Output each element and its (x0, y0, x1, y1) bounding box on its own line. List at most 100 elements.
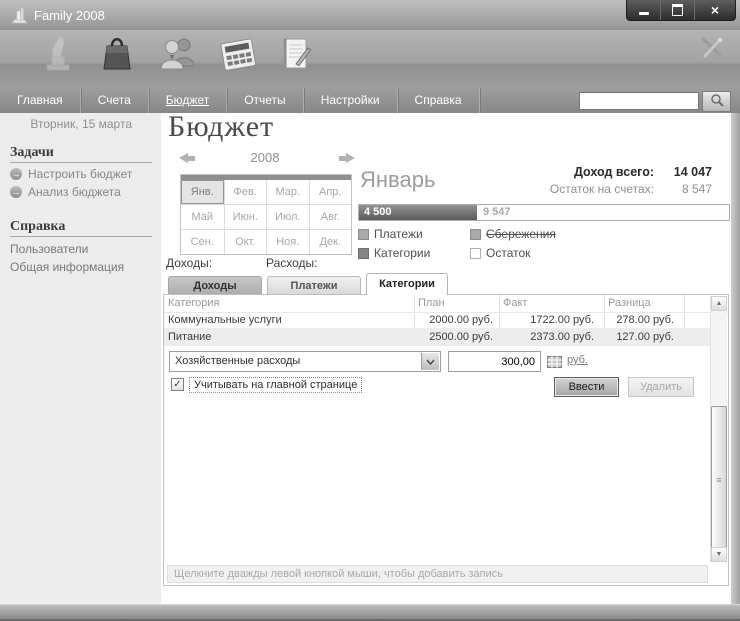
search-icon (710, 93, 724, 110)
cell-diff: 278.00 руб. (604, 314, 674, 326)
page-title: Бюджет (168, 110, 274, 144)
calculator-icon[interactable] (218, 32, 260, 81)
currency-link[interactable]: руб. (567, 354, 588, 366)
app-logo-icon (8, 4, 30, 31)
table-header: Категория План Факт Разница (164, 295, 728, 313)
month-cell-feb[interactable]: Фев. (224, 180, 267, 204)
sidebar-item-analyze-budget[interactable]: → Анализ бюджета (10, 185, 121, 199)
arrow-bullet-icon: → (10, 168, 22, 180)
current-date: Вторник, 15 марта (8, 117, 132, 131)
month-cell-may[interactable]: Май (181, 204, 224, 229)
search-button[interactable] (702, 91, 731, 112)
tab-kategorii[interactable]: Категории (366, 273, 448, 295)
cell-category: Питание (168, 331, 211, 343)
income-total-label: Доход всего: (574, 164, 654, 181)
search-input[interactable] (579, 92, 699, 110)
income-total-value: 14 047 (654, 164, 712, 181)
tab-dohody[interactable]: Доходы (168, 276, 262, 294)
month-cell-dec[interactable]: Дек. (309, 229, 352, 254)
cell-fact: 2373.00 руб. (499, 331, 594, 343)
amount-input[interactable] (448, 351, 541, 372)
month-grid: Янв. Фев. Мар. Апр. Май Июн. Июл. Авг. С… (180, 174, 352, 255)
table-row[interactable]: Питание 2500.00 руб. 2373.00 руб. 127.00… (164, 329, 711, 346)
categories-swatch-icon (358, 248, 369, 259)
shopping-bag-icon[interactable] (100, 32, 134, 81)
menu-item-spravka[interactable]: Справка (398, 88, 480, 113)
legend-payments[interactable]: Платежи (358, 228, 423, 240)
minimize-icon (639, 12, 649, 15)
dropdown-arrow-icon[interactable] (421, 353, 439, 370)
table-row[interactable]: Коммунальные услуги 2000.00 руб. 1722.00… (164, 312, 711, 329)
window-title: Family 2008 (34, 8, 105, 23)
scrollbar-thumb[interactable]: ≡ (711, 406, 727, 554)
main-page-checkbox[interactable]: ✓ (171, 378, 184, 391)
header-fact: Факт (503, 297, 527, 309)
month-cell-jun[interactable]: Июн. (224, 204, 267, 229)
summary-block: Доход всего: 14 047 Остаток на счетах: 8… (430, 164, 712, 198)
cell-plan: 2000.00 руб. (414, 314, 493, 326)
delete-button[interactable]: Удалить (628, 377, 694, 397)
budget-progress-bar: 4 500 9 547 (358, 204, 730, 221)
checkmark-icon: ✓ (173, 379, 181, 390)
window-controls: × (626, 0, 736, 21)
sidebar-item-setup-budget[interactable]: → Настроить бюджет (10, 167, 132, 181)
month-cell-apr[interactable]: Апр. (309, 180, 352, 204)
close-icon: × (711, 2, 719, 18)
money-statue-icon[interactable] (39, 32, 75, 81)
enter-button[interactable]: Ввести (554, 377, 619, 397)
scroll-down-icon[interactable]: ▼ (711, 547, 727, 562)
month-cell-mar[interactable]: Мар. (266, 180, 309, 204)
divider (10, 236, 152, 237)
divider (10, 162, 152, 163)
tasks-section-title: Задачи (10, 145, 54, 161)
hint-bar: Щелкните дважды левой кнопкой мыши, чтоб… (167, 565, 708, 583)
title-bar: Family 2008 × (0, 0, 740, 30)
month-cell-sep[interactable]: Сен. (181, 229, 224, 254)
category-combobox[interactable]: Хозяйственные расходы (169, 351, 441, 372)
accounts-balance-value: 8 547 (654, 181, 712, 198)
sidebar-item-general-info[interactable]: Общая информация (10, 260, 124, 274)
payments-swatch-icon (358, 229, 369, 240)
month-cell-aug[interactable]: Авг. (309, 204, 352, 229)
menu-item-glavnaya[interactable]: Главная (0, 88, 81, 113)
rest-swatch-icon (470, 248, 481, 259)
legend-rest[interactable]: Остаток (470, 247, 530, 259)
minimize-button[interactable] (627, 0, 660, 20)
cell-fact: 1722.00 руб. (499, 314, 594, 326)
vertical-scrollbar[interactable]: ▲ ≡ ▼ (710, 296, 727, 562)
categories-panel: Категория План Факт Разница Коммунальные… (163, 294, 729, 586)
header-plan: План (418, 297, 445, 309)
month-cell-nov[interactable]: Ноя. (266, 229, 309, 254)
main-page-checkbox-label[interactable]: Учитывать на главной странице (189, 377, 362, 393)
accounts-balance-label: Остаток на счетах: (550, 181, 654, 198)
tab-platezhi[interactable]: Платежи (267, 276, 361, 294)
notebook-icon[interactable] (277, 32, 315, 81)
progress-spent-segment: 4 500 (359, 205, 477, 220)
sidebar-item-users[interactable]: Пользователи (10, 242, 88, 256)
month-cell-jan[interactable]: Янв. (181, 180, 224, 204)
help-section-title: Справка (10, 219, 65, 235)
tools-icon (698, 34, 726, 67)
sidebar: Вторник, 15 марта Задачи → Настроить бюд… (0, 113, 162, 605)
calculator-small-icon[interactable] (547, 355, 562, 373)
menu-bar: Главная Счета Бюджет Отчеты Настройки Сп… (0, 88, 740, 113)
year-label: 2008 (180, 150, 350, 165)
month-cell-oct[interactable]: Окт. (224, 229, 267, 254)
cell-category: Коммунальные услуги (168, 314, 282, 326)
header-category: Категория (168, 297, 219, 309)
cell-plan: 2500.00 руб. (414, 331, 493, 343)
window-bottom-frame (0, 604, 740, 621)
close-button[interactable]: × (694, 0, 735, 20)
scroll-up-icon[interactable]: ▲ (711, 296, 727, 311)
legend-savings[interactable]: Сбережения (470, 228, 556, 240)
expenses-group-label: Расходы: (266, 256, 318, 270)
users-icon[interactable] (159, 32, 197, 81)
legend-categories[interactable]: Категории (358, 247, 430, 259)
cell-diff: 127.00 руб. (604, 331, 674, 343)
month-cell-jul[interactable]: Июл. (266, 204, 309, 229)
menu-item-nastroyki[interactable]: Настройки (304, 88, 398, 113)
maximize-button[interactable] (660, 0, 694, 20)
scroll-grip-icon: ≡ (716, 475, 721, 485)
next-year-icon[interactable] (338, 153, 355, 164)
menu-item-scheta[interactable]: Счета (81, 88, 149, 113)
